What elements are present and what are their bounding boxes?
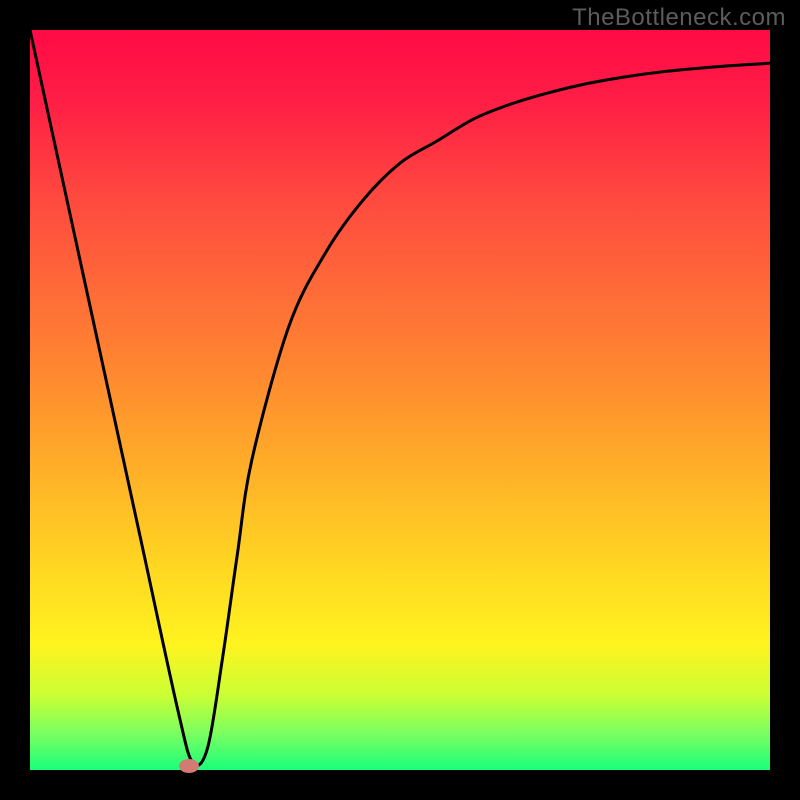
curve-svg (30, 30, 770, 770)
bottleneck-curve (30, 30, 770, 765)
chart-frame: TheBottleneck.com (0, 0, 800, 800)
minimum-marker (179, 759, 199, 773)
plot-area (30, 30, 770, 770)
watermark-text: TheBottleneck.com (572, 4, 786, 32)
